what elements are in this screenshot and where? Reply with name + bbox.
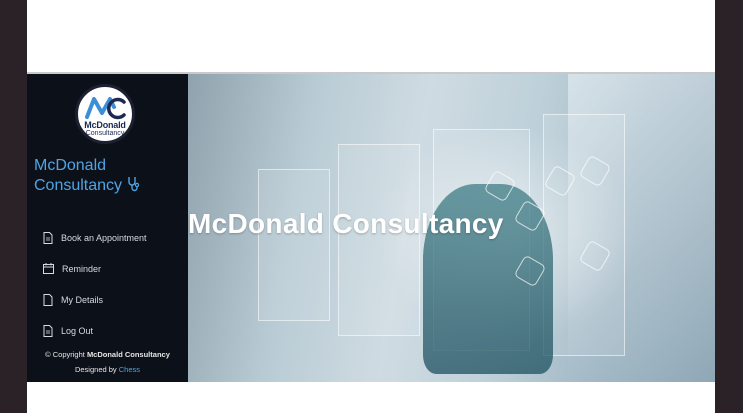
brand-name[interactable]: McDonald Consultancy xyxy=(34,156,188,198)
designed-by-prefix: Designed by xyxy=(74,365,117,374)
sidebar: McDonald Consultancy McDonald Consultanc… xyxy=(27,74,188,382)
hero-holo-panel xyxy=(338,144,420,336)
logo: McDonald Consultancy xyxy=(75,84,135,144)
menu-item-book-appointment[interactable]: Book an Appointment xyxy=(43,222,147,253)
logo-text: McDonald xyxy=(84,120,126,130)
copyright-prefix: © Copyright xyxy=(45,350,85,359)
menu-item-label: My Details xyxy=(61,294,104,305)
sidebar-menu: Book an Appointment Reminder My Details … xyxy=(43,222,147,346)
hero-title: McDonald Consultancy xyxy=(188,208,504,239)
menu-item-log-out[interactable]: Log Out xyxy=(43,315,147,346)
designed-by: Designed by Chess xyxy=(27,365,188,374)
stethoscope-icon xyxy=(126,176,142,198)
page: McDonald Consultancy McDonald Consultanc… xyxy=(27,0,715,413)
document-icon xyxy=(43,231,53,244)
menu-item-label: Log Out xyxy=(61,325,94,336)
top-blank-area xyxy=(27,0,715,72)
document-icon xyxy=(43,324,53,337)
menu-item-reminder[interactable]: Reminder xyxy=(43,253,147,284)
copyright: © Copyright McDonald Consultancy xyxy=(27,350,188,359)
hero-holo-panel xyxy=(258,169,330,321)
menu-item-label: Book an Appointment xyxy=(61,232,147,243)
designer-link[interactable]: Chess xyxy=(119,365,140,374)
logo-subtext: Consultancy xyxy=(85,130,125,137)
brand-name-text: McDonald Consultancy xyxy=(34,157,123,194)
document-icon xyxy=(43,293,53,306)
calendar-icon xyxy=(43,263,54,274)
bottom-blank-area xyxy=(27,382,715,413)
copyright-name: McDonald Consultancy xyxy=(86,350,170,359)
hero-banner: McDonald Consultancy xyxy=(188,74,715,382)
menu-item-label: Reminder xyxy=(62,263,102,274)
menu-item-my-details[interactable]: My Details xyxy=(43,284,147,315)
logo-mc-icon xyxy=(85,97,126,120)
